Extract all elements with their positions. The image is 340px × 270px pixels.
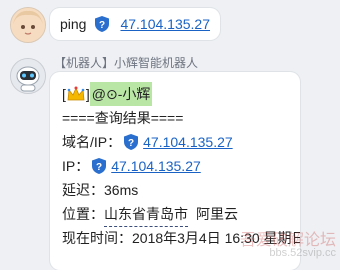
ip-label: IP： <box>62 158 90 174</box>
domain-line: 域名/IP： ? 47.104.135.27 <box>62 130 288 154</box>
security-shield-icon: ? <box>94 15 110 33</box>
ip-link[interactable]: 47.104.135.27 <box>120 16 210 32</box>
ip-value-link[interactable]: 47.104.135.27 <box>111 154 201 178</box>
security-shield-icon: ? <box>91 157 107 175</box>
bot-avatar[interactable] <box>10 58 46 94</box>
security-shield-icon: ? <box>123 133 139 151</box>
svg-text:?: ? <box>99 20 105 31</box>
user-avatar[interactable] <box>10 7 46 43</box>
mention-line: [ ] @⊙-小辉 <box>62 82 288 106</box>
user-mention[interactable]: @⊙-小辉 <box>89 82 153 106</box>
time-line: 现在时间：2018年3月4日 16:30 星期日 <box>62 230 300 246</box>
location-value[interactable]: 山东省青岛市 <box>104 202 188 227</box>
domain-label: 域名/IP： <box>62 134 122 150</box>
svg-text:?: ? <box>96 162 102 173</box>
crown-icon <box>66 85 86 103</box>
location-line: 位置： 山东省青岛市 阿里云 <box>62 202 288 227</box>
domain-ip-link[interactable]: 47.104.135.27 <box>143 130 233 154</box>
latency-line: 延迟：36ms <box>62 182 139 198</box>
svg-text:?: ? <box>128 138 134 149</box>
location-label: 位置： <box>62 206 104 222</box>
ip-line: IP： ? 47.104.135.27 <box>62 154 288 178</box>
message-text: ping <box>60 16 87 32</box>
result-header: ====查询结果==== <box>62 110 184 126</box>
location-provider: 阿里云 <box>196 206 238 222</box>
bot-sender-name: 【机器人】小辉智能机器人 <box>54 56 199 70</box>
message-bubble-result: [ ] @⊙-小辉 ====查询结果==== 域名/IP： ? 47.104.1… <box>50 72 300 270</box>
message-bubble-ping: ping ? 47.104.135.27 <box>50 8 220 40</box>
